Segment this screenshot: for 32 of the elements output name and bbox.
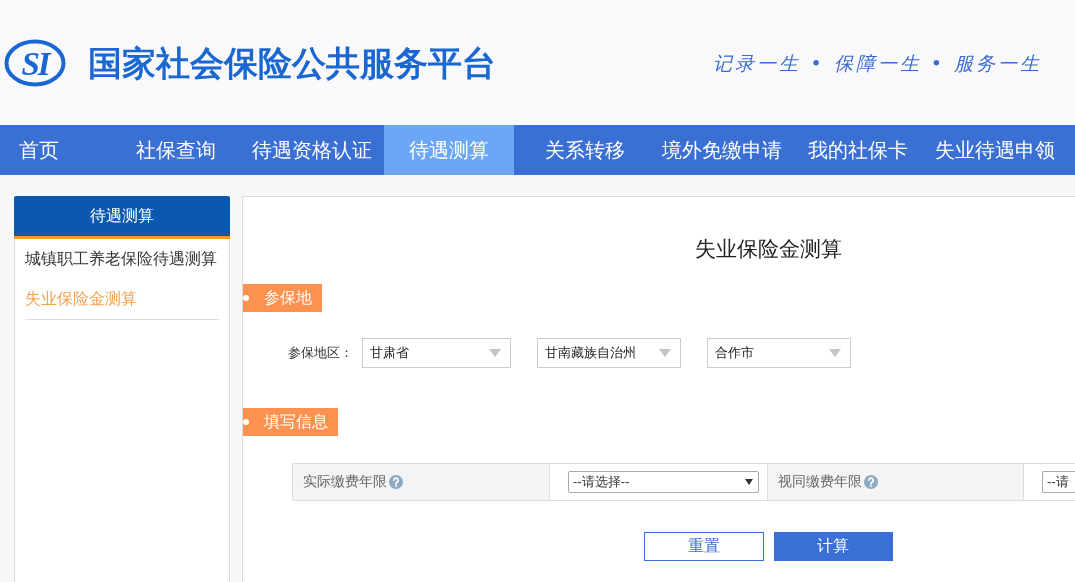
calculate-button[interactable]: 计算 [773, 532, 893, 561]
dropdown-arrow-icon [489, 349, 501, 357]
dropdown[interactable]: 甘南藏族自治州 [537, 338, 681, 368]
site-title: 国家社会保险公共服务平台 [88, 42, 496, 83]
dropdown-arrow-icon [745, 479, 753, 485]
nav-item[interactable]: 境外免缴申请 [656, 125, 787, 175]
field-label: 参保地区： [288, 344, 353, 362]
nav-item[interactable]: 关系转移 [520, 125, 650, 175]
field-label: 视同缴费年限 [778, 473, 862, 491]
help-icon[interactable] [389, 475, 403, 489]
section-title: 参保地 [264, 287, 312, 308]
nav-item[interactable]: 我的社保卡 [793, 125, 923, 175]
page-title: 失业保险金测算 [694, 237, 842, 261]
dropdown[interactable]: 合作市 [707, 338, 851, 368]
nav-item[interactable]: 待遇资格认证 [247, 125, 377, 175]
dropdown-arrow-icon [659, 349, 671, 357]
section-title: 填写信息 [264, 411, 328, 432]
nav-item[interactable]: 失业待遇申领 [929, 125, 1060, 175]
help-icon[interactable] [864, 475, 878, 489]
dropdown[interactable]: --请选择-- [568, 471, 759, 493]
slogan: 记录一生 • 保障一生 • 服务一生 [713, 50, 1042, 75]
logo: SI [4, 38, 66, 87]
reset-button[interactable]: 重置 [643, 532, 764, 561]
sidebar-item[interactable]: 城镇职工养老保险待遇测算 [25, 239, 219, 279]
dropdown[interactable]: --请 [1042, 471, 1075, 493]
dropdown-arrow-icon [829, 349, 841, 357]
nav-item[interactable]: 社保查询 [110, 125, 241, 175]
field-label: 实际缴费年限 [303, 473, 387, 491]
sidebar-header: 待遇测算 [14, 196, 230, 239]
dropdown[interactable]: 甘肃省 [362, 338, 511, 368]
nav-item[interactable]: 待遇测算 [383, 125, 514, 175]
nav-item[interactable]: 首页 [0, 125, 104, 175]
